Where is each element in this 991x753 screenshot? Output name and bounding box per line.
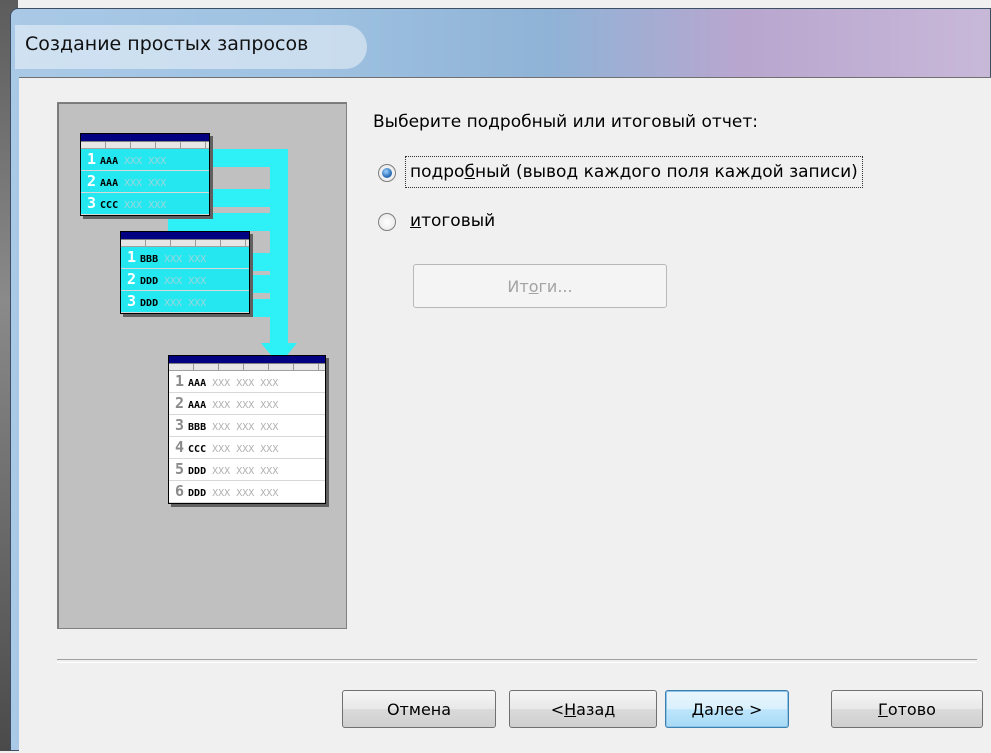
detail-option-focus[interactable]: подробный (вывод каждого поля каждой зап… [405, 156, 863, 188]
table-column-header [169, 364, 325, 371]
table-row: 3 BBB XXX XXX XXX [169, 415, 325, 437]
table-title-bar [121, 232, 249, 240]
cancel-button[interactable]: Отмена [342, 690, 496, 728]
table-title-bar [169, 356, 325, 364]
table-column-header [81, 142, 209, 149]
table-row: 4 CCC XXX XXX XXX [169, 437, 325, 459]
source-table-1: 1 AAA XXX XXX 2 AAA XXX XXX 3 CCC XXX XXX [80, 133, 210, 216]
table-row: 1 BBB XXX XXX [121, 247, 249, 269]
table-row: 3 CCC XXX XXX [81, 193, 209, 215]
preview-panel: 1 AAA XXX XXX 2 AAA XXX XXX 3 CCC XXX XXX 1… [57, 102, 347, 629]
summary-option-label[interactable]: итоговый [410, 211, 495, 231]
wizard-window: Создание простых запросов 1 AAA XXX XXX 2… [10, 8, 991, 753]
table-row: 5 DDD XXX XXX XXX [169, 459, 325, 481]
source-table-2: 1 BBB XXX XXX 2 DDD XXX XXX 3 DDD XXX XXX [120, 231, 250, 314]
footer-separator [57, 659, 977, 663]
table-row: 2 DDD XXX XXX [121, 269, 249, 291]
table-title-bar [81, 134, 209, 142]
window-title: Создание простых запросов [25, 33, 309, 55]
report-type-prompt: Выберите подробный или итоговый отчет: [373, 112, 758, 132]
table-row: 6 DDD XXX XXX XXX [169, 481, 325, 503]
detail-option-label[interactable]: подробный (вывод каждого поля каждой зап… [410, 162, 858, 182]
table-row: 3 DDD XXX XXX [121, 291, 249, 313]
flow-vertical-bar [270, 149, 288, 345]
table-column-header [121, 240, 249, 247]
table-row: 1 AAA XXX XXX [81, 149, 209, 171]
next-button[interactable]: Далее > [665, 690, 789, 728]
table-row: 1 AAA XXX XXX XXX [169, 371, 325, 393]
finish-button[interactable]: Готово [831, 690, 983, 728]
summary-options-button[interactable]: Ит о ги... [413, 264, 667, 308]
back-button[interactable]: < Назад [509, 690, 657, 728]
title-bar[interactable]: Создание простых запросов [11, 9, 990, 71]
table-row: 2 AAA XXX XXX XXX [169, 393, 325, 415]
detail-radio[interactable] [378, 164, 396, 182]
summary-radio[interactable] [378, 213, 396, 231]
result-table: 1 AAA XXX XXX XXX 2 AAA XXX XXX XXX 3 BBB X… [168, 355, 326, 504]
dialog-client-area: 1 AAA XXX XXX 2 AAA XXX XXX 3 CCC XXX XXX 1… [19, 77, 991, 753]
table-row: 2 AAA XXX XXX [81, 171, 209, 193]
